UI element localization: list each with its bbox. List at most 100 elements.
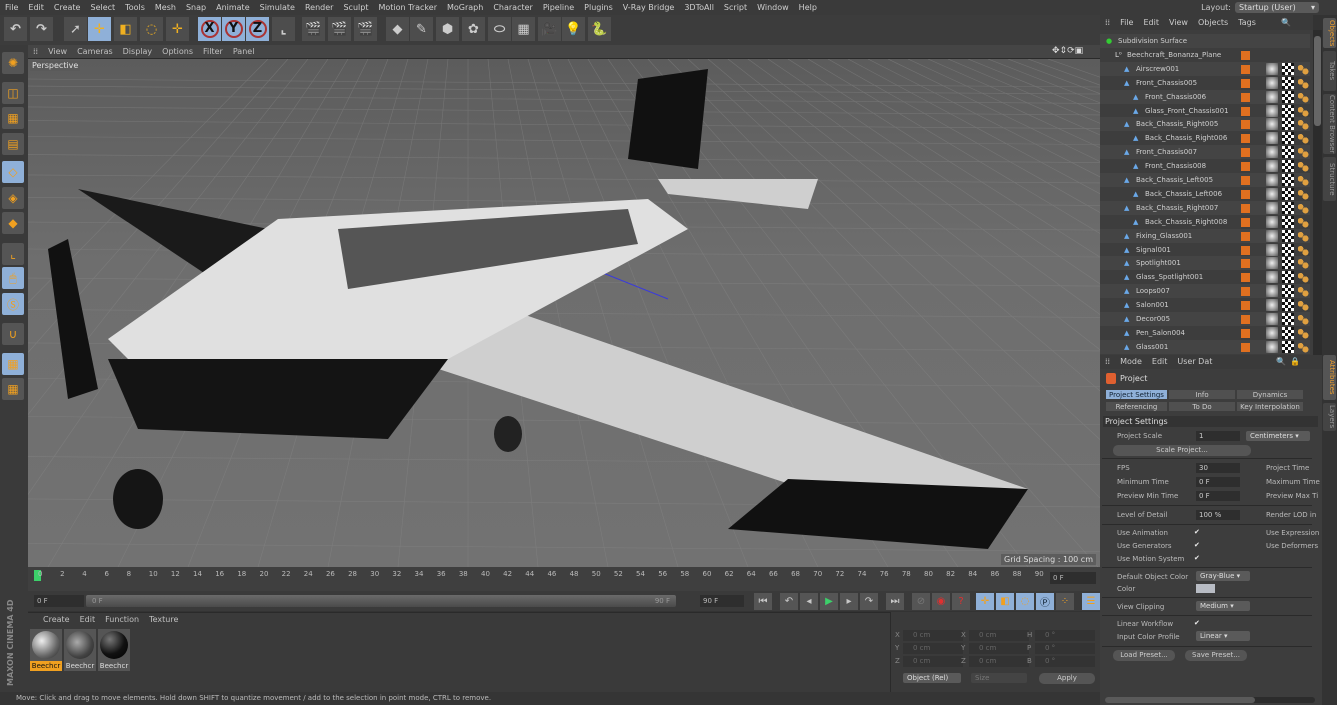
coord-field[interactable]: 0 cm [903,630,963,641]
menu-item[interactable]: Window [752,0,794,15]
scale-unit-dropdown[interactable]: Centimeters ▾ [1246,431,1310,441]
rotate-button[interactable]: ◌ [140,17,163,41]
material-tag-icon[interactable] [1266,160,1278,173]
panel-grip-icon[interactable]: ⁞⁞ [28,45,43,59]
use-motion-checkbox[interactable]: ✔ [1194,554,1200,562]
toggle-view-icon[interactable]: ▣ [1075,46,1084,56]
panel-grip-icon[interactable]: ⁞⁞ [1100,355,1115,369]
material-tag-icon[interactable] [1266,340,1278,353]
side-tab[interactable]: Attributes [1323,355,1336,400]
viewport-3d[interactable]: Perspective Grid Spacing : 100 cm [28,59,1100,567]
menu-item[interactable]: Animate [211,0,255,15]
menu-item[interactable]: File [0,0,23,15]
uvw-tag-icon[interactable] [1297,215,1309,228]
material-tag-icon[interactable] [1266,299,1278,312]
key-position-button[interactable]: ✛ [976,593,994,610]
render-picture-viewer-button[interactable]: 🎬 [328,17,351,41]
material-tag-icon[interactable] [1266,62,1278,75]
layer-color-swatch[interactable] [1241,148,1250,158]
default-color-dropdown[interactable]: Gray-Blue ▾ [1196,571,1250,581]
object-row[interactable]: ▲ Fixing_Glass001 [1100,228,1310,243]
uvw-tag-icon[interactable] [1297,313,1309,325]
layer-color-swatch[interactable] [1241,203,1250,213]
tab-dynamics[interactable]: Dynamics [1236,389,1304,400]
layer-color-swatch[interactable] [1241,231,1250,241]
planar-workplane-button[interactable]: ▦ [2,378,24,400]
viewport-menu-item[interactable]: View [43,45,72,59]
viewport-menu-item[interactable]: Cameras [72,45,118,59]
deformer-button[interactable]: ⬭ [488,17,511,41]
attribute-menu-item[interactable]: Edit [1147,355,1173,369]
material-menu-item[interactable]: Function [100,613,144,627]
menu-item[interactable]: Pipeline [538,0,579,15]
layer-color-swatch[interactable] [1241,342,1250,352]
next-key-button[interactable]: ↷ [860,593,878,610]
object-row[interactable]: ▲ Front_Chassis008 [1100,159,1310,173]
menu-item[interactable]: Snap [181,0,211,15]
layer-color-swatch[interactable] [1241,273,1250,283]
object-row[interactable]: L⁰ Beechcraft_Bonanza_Plane [1100,48,1310,62]
linear-workflow-checkbox[interactable]: ✔ [1194,619,1200,627]
layer-color-swatch[interactable] [1241,217,1250,227]
object-list-scrollbar[interactable] [1313,30,1322,355]
menu-item[interactable]: Mesh [150,0,181,15]
axis-mode-button[interactable]: ⌞ [2,243,24,265]
previous-key-button[interactable]: ↶ [780,593,798,610]
uvw-tag-icon[interactable] [1297,326,1309,339]
object-row[interactable]: ▲ Signal001 [1100,243,1310,257]
material-menu-item[interactable]: Texture [144,613,183,627]
layer-color-swatch[interactable] [1241,64,1250,74]
coord-field[interactable]: 0 cm [903,656,963,667]
scale-project-button[interactable]: Scale Project... [1113,445,1251,456]
menu-item[interactable]: Select [85,0,120,15]
object-menu-item[interactable]: Objects [1193,15,1233,30]
search-icon[interactable]: 🔍 [1281,15,1291,30]
object-row[interactable]: ▲ Glass_Spotlight001 [1100,270,1310,284]
object-menu-item[interactable]: View [1164,15,1193,30]
render-view-button[interactable]: 🎬 [302,17,325,41]
menu-item[interactable]: V-Ray Bridge [618,0,680,15]
texture-tag-icon[interactable] [1282,174,1294,186]
layer-color-swatch[interactable] [1241,287,1250,297]
menu-item[interactable]: Edit [23,0,49,15]
floor-button[interactable]: ▦ [512,17,535,41]
material-tag-icon[interactable] [1266,174,1278,186]
menu-item[interactable]: Plugins [579,0,618,15]
object-row[interactable]: ▲ Front_Chassis006 [1100,89,1310,104]
key-scale-button[interactable]: ◧ [996,593,1014,610]
attribute-hscrollbar[interactable] [1105,697,1315,703]
object-row[interactable]: ● Subdivision Surface [1100,34,1310,48]
texture-tag-icon[interactable] [1282,215,1294,228]
go-to-end-button[interactable]: ⏭ [886,593,904,610]
material-tag-icon[interactable] [1266,201,1278,214]
material-tag-icon[interactable] [1266,229,1278,242]
material-tag-icon[interactable] [1266,132,1278,145]
uvw-tag-icon[interactable] [1297,76,1309,89]
object-row[interactable]: ▲ Glass001 [1100,339,1310,354]
autokey-button[interactable]: ◉ [932,593,950,610]
layer-color-swatch[interactable] [1241,315,1250,324]
menu-item[interactable]: Simulate [255,0,300,15]
save-preset-button[interactable]: Save Preset... [1185,650,1247,661]
layer-color-swatch[interactable] [1241,245,1250,255]
menu-item[interactable]: Render [300,0,338,15]
texture-tag-icon[interactable] [1282,104,1294,117]
uvw-tag-icon[interactable] [1297,243,1309,256]
uvw-tag-icon[interactable] [1297,174,1309,186]
uvw-tag-icon[interactable] [1297,201,1309,214]
texture-tag-icon[interactable] [1282,243,1294,256]
layer-color-swatch[interactable] [1241,106,1250,116]
coord-field[interactable]: 0 cm [969,643,1029,654]
object-row[interactable]: ▲ Back_Chassis_Left006 [1100,187,1310,201]
texture-tag-icon[interactable] [1282,62,1294,75]
texture-tag-icon[interactable] [1282,326,1294,339]
object-row[interactable]: ▲ Back_Chassis_Right006 [1100,131,1310,145]
next-frame-button[interactable]: ▸ [840,593,858,610]
uvw-tag-icon[interactable] [1297,118,1309,131]
menu-item[interactable]: Sculpt [338,0,373,15]
coord-field[interactable]: 0 ° [1035,656,1095,667]
material-tag-icon[interactable] [1266,313,1278,325]
object-row[interactable]: ▲ Front_Chassis007 [1100,145,1310,160]
use-animation-checkbox[interactable]: ✔ [1194,528,1200,536]
apply-button[interactable]: Apply [1039,673,1095,684]
